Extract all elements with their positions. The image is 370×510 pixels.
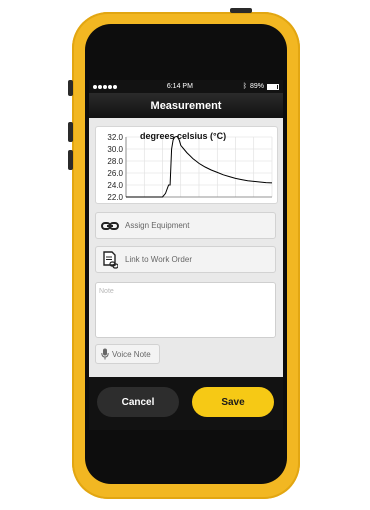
signal-strength-icon [93, 84, 117, 89]
microphone-icon [101, 348, 109, 360]
app-screen: 6:14 PM ᛒ 89% Measurement 32.0 30.0 28.0 26… [89, 80, 283, 430]
battery-percent: 89% [249, 83, 264, 90]
y-tick-label: 22.0 [107, 193, 123, 202]
power-button [230, 8, 252, 13]
volume-down-button [68, 150, 73, 170]
y-tick-label: 26.0 [107, 169, 123, 178]
mute-switch [68, 80, 73, 96]
status-bar: 6:14 PM ᛒ 89% [89, 80, 283, 93]
status-time: 6:14 PM [166, 83, 193, 90]
voice-note-label: Voice Note [112, 349, 151, 359]
save-button[interactable]: Save [192, 387, 274, 417]
page-title: Measurement [150, 99, 222, 112]
bluetooth-icon: ᛒ [242, 83, 247, 90]
navigation-bar: Measurement [89, 93, 283, 118]
link-icon [101, 217, 119, 235]
bottom-action-bar: Cancel Save [89, 377, 283, 430]
y-tick-label: 28.0 [107, 157, 123, 166]
document-link-icon [101, 250, 119, 269]
chart-title: degrees celsius (°C) [140, 131, 227, 141]
note-placeholder: Note [99, 288, 114, 295]
assign-equipment-label: Assign Equipment [125, 221, 190, 230]
volume-up-button [68, 122, 73, 142]
link-work-order-label: Link to Work Order [125, 255, 192, 264]
y-tick-label: 32.0 [107, 133, 123, 142]
note-field[interactable]: Note [95, 282, 276, 338]
cancel-button[interactable]: Cancel [97, 387, 179, 417]
link-work-order-button[interactable]: Link to Work Order [95, 246, 276, 273]
temperature-chart: 32.0 30.0 28.0 26.0 24.0 22.0 degrees celsius… [95, 126, 278, 204]
y-tick-label: 24.0 [107, 181, 123, 190]
battery-icon [266, 83, 279, 90]
assign-equipment-button[interactable]: Assign Equipment [95, 212, 276, 239]
voice-note-button[interactable]: Voice Note [95, 344, 160, 364]
y-tick-label: 30.0 [107, 145, 123, 154]
